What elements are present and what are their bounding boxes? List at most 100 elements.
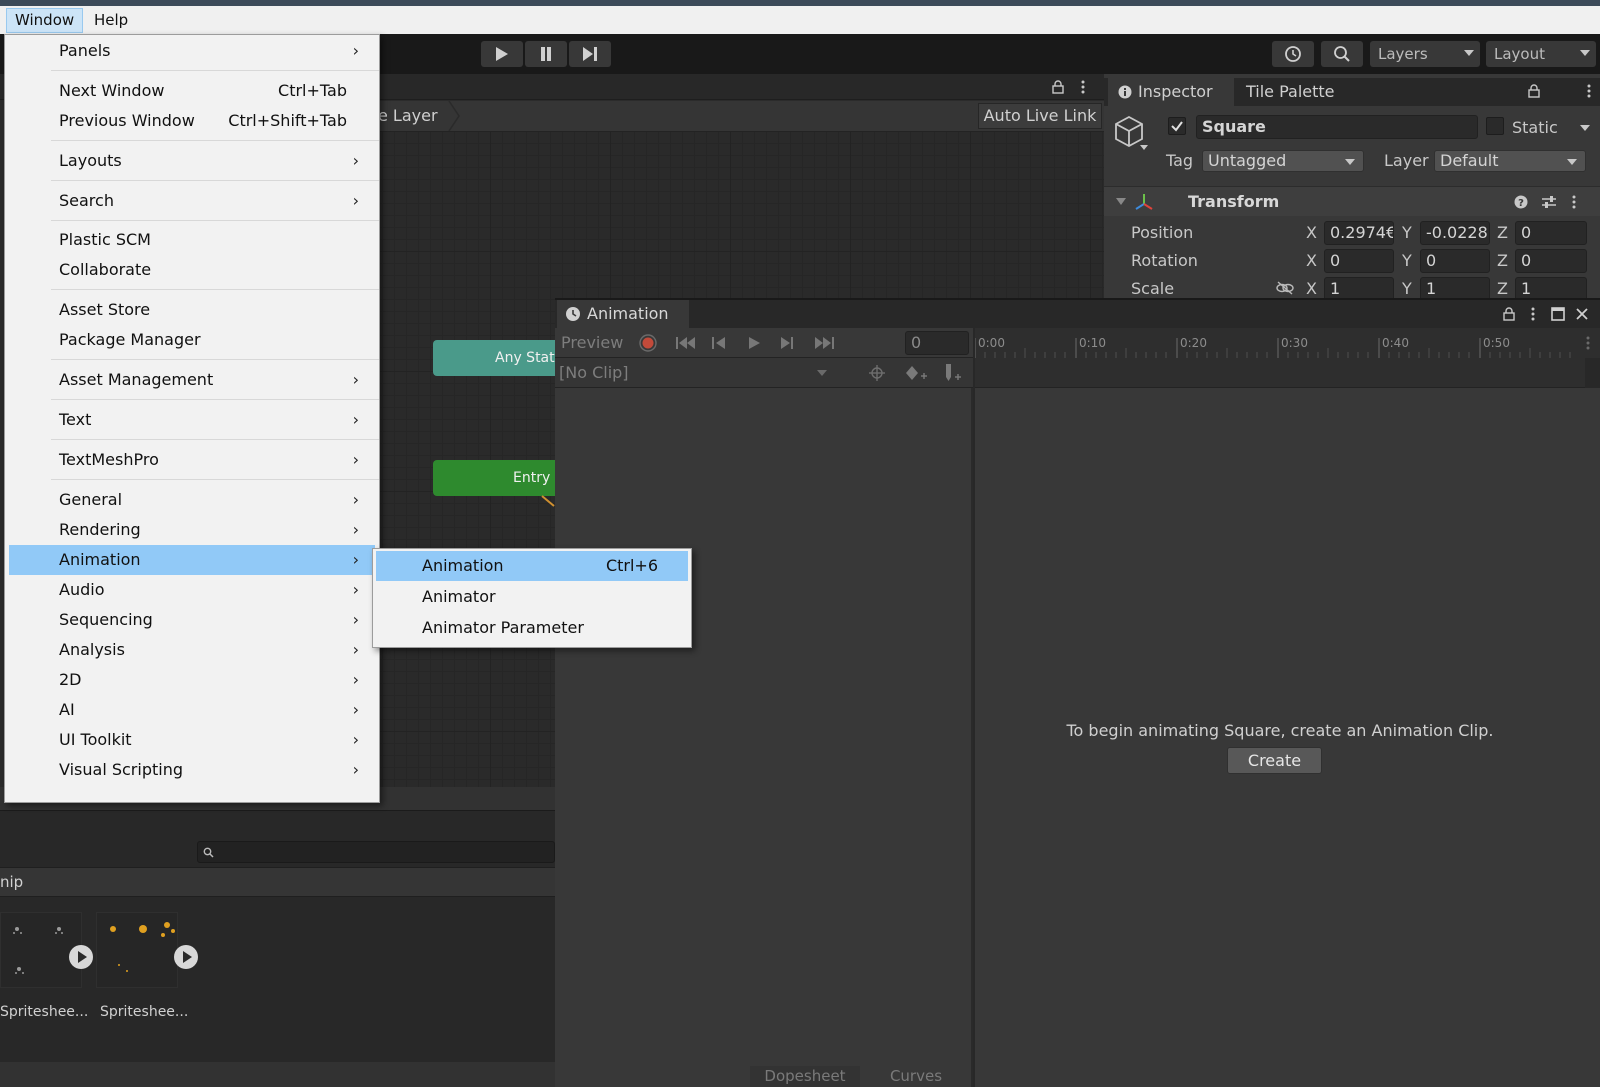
frame-field[interactable]: 0 [905, 331, 969, 355]
menu-item-layouts[interactable]: Layouts › [9, 146, 375, 176]
play-preview-icon[interactable] [69, 945, 93, 969]
menu-item-general[interactable]: General › [9, 485, 375, 515]
tab-animation[interactable]: Animation [557, 300, 689, 328]
static-dropdown-icon[interactable] [1580, 125, 1590, 131]
rotation-z-field[interactable]: 0 [1515, 249, 1587, 273]
tag-dropdown[interactable]: Untagged [1202, 150, 1364, 172]
presets-icon[interactable] [1541, 195, 1557, 209]
submenu-item-label: Animator [422, 587, 496, 606]
static-checkbox[interactable] [1486, 117, 1504, 135]
record-icon[interactable] [639, 334, 657, 352]
kebab-menu-icon[interactable] [1571, 195, 1577, 209]
submenu-item-animation[interactable]: Animation Ctrl+6 [376, 551, 688, 581]
tab-tile-palette[interactable]: Tile Palette [1246, 78, 1335, 106]
lock-icon[interactable] [1503, 307, 1515, 321]
previous-keyframe-icon[interactable] [711, 336, 727, 350]
history-button[interactable] [1272, 41, 1314, 67]
position-y-field[interactable]: -0.0228 [1420, 221, 1490, 245]
menu-item-search[interactable]: Search › [9, 186, 375, 216]
menu-item-animation[interactable]: Animation › [9, 545, 375, 575]
menu-item-rendering[interactable]: Rendering › [9, 515, 375, 545]
tab-curves[interactable]: Curves [862, 1066, 970, 1087]
submenu-item-animator[interactable]: Animator [376, 582, 688, 612]
kebab-menu-icon[interactable] [1585, 336, 1591, 350]
auto-live-link-button[interactable]: Auto Live Link [978, 103, 1102, 129]
spritesheet-thumbnail-2[interactable] [96, 912, 178, 988]
next-keyframe-icon[interactable] [779, 336, 795, 350]
kebab-menu-icon[interactable] [1530, 307, 1536, 321]
menu-item-visual-scripting[interactable]: Visual Scripting › [9, 755, 375, 785]
menu-window[interactable]: Window [6, 8, 84, 33]
axis-x-label: X [1306, 251, 1317, 270]
play-preview-icon[interactable] [174, 945, 198, 969]
menu-item-ai[interactable]: AI › [9, 695, 375, 725]
preview-toggle[interactable]: Preview [561, 328, 623, 358]
menu-item-asset-management[interactable]: Asset Management › [9, 365, 375, 395]
kebab-menu-icon[interactable] [1586, 84, 1592, 98]
menu-item-shortcut: Ctrl+Shift+Tab [228, 111, 347, 130]
active-checkbox[interactable] [1168, 117, 1186, 135]
pause-button[interactable] [525, 41, 567, 67]
rotation-x-field[interactable]: 0 [1324, 249, 1394, 273]
play-button[interactable] [481, 41, 523, 67]
menu-item-plastic-scm[interactable]: Plastic SCM [9, 225, 375, 255]
axis-z-label: Z [1497, 251, 1508, 270]
position-z-field[interactable]: 0 [1515, 221, 1587, 245]
menu-item-collaborate[interactable]: Collaborate [9, 255, 375, 285]
any-state-node[interactable]: Any Stat [433, 340, 563, 376]
help-icon[interactable]: ? [1514, 195, 1528, 209]
menu-item-previous-window[interactable]: Previous Window Ctrl+Shift+Tab [9, 106, 375, 136]
menu-item-audio[interactable]: Audio › [9, 575, 375, 605]
close-icon[interactable] [1575, 307, 1589, 321]
menu-item-ui-toolkit[interactable]: UI Toolkit › [9, 725, 375, 755]
filter-by-selection-icon[interactable] [869, 365, 885, 381]
tab-inspector[interactable]: Inspector [1108, 78, 1234, 106]
transform-component-header[interactable]: Transform ? [1104, 186, 1600, 216]
menu-item-next-window[interactable]: Next Window Ctrl+Tab [9, 76, 375, 106]
first-keyframe-icon[interactable] [675, 336, 697, 350]
clip-dropdown[interactable]: [No Clip] [559, 360, 835, 386]
step-button[interactable] [569, 41, 611, 67]
chevron-right-icon: › [352, 550, 359, 569]
menu-item-label: TextMeshPro [59, 450, 159, 469]
play-icon[interactable] [747, 336, 761, 350]
layer-dropdown[interactable]: Default [1434, 150, 1586, 172]
menu-help[interactable]: Help [86, 8, 136, 33]
maximize-icon[interactable] [1551, 307, 1565, 321]
foldout-icon[interactable] [1116, 198, 1126, 205]
menu-item-package-manager[interactable]: Package Manager [9, 325, 375, 355]
add-keyframe-icon[interactable] [905, 365, 927, 381]
axis-y-label: Y [1402, 251, 1412, 270]
add-event-icon[interactable] [943, 363, 963, 383]
menu-item-text[interactable]: Text › [9, 405, 375, 435]
menu-item-2d[interactable]: 2D › [9, 665, 375, 695]
menu-item-panels[interactable]: Panels › [9, 36, 375, 66]
menu-item-asset-store[interactable]: Asset Store [9, 295, 375, 325]
search-button[interactable] [1321, 41, 1363, 67]
last-keyframe-icon[interactable] [813, 336, 835, 350]
project-folder-crumb[interactable]: nip [0, 868, 23, 896]
menu-item-sequencing[interactable]: Sequencing › [9, 605, 375, 635]
menu-item-textmeshpro[interactable]: TextMeshPro › [9, 445, 375, 475]
project-search-input[interactable] [197, 841, 555, 863]
animation-property-list[interactable] [555, 388, 973, 1087]
lock-icon[interactable] [1528, 84, 1540, 98]
menu-item-label: Audio [59, 580, 105, 599]
lock-icon[interactable] [1052, 80, 1064, 94]
submenu-item-animator-parameter[interactable]: Animator Parameter [376, 613, 688, 643]
layers-dropdown[interactable]: Layers [1370, 41, 1480, 67]
layer-breadcrumb[interactable]: e Layer [378, 101, 438, 131]
event-track[interactable] [975, 358, 1585, 388]
menu-item-label: Analysis [59, 640, 125, 659]
tab-dopesheet[interactable]: Dopesheet [750, 1066, 860, 1087]
menu-item-analysis[interactable]: Analysis › [9, 635, 375, 665]
kebab-menu-icon[interactable] [1080, 80, 1086, 94]
constrain-proportions-icon[interactable] [1276, 281, 1294, 295]
object-name-field[interactable]: Square [1196, 115, 1478, 139]
rotation-y-field[interactable]: 0 [1420, 249, 1490, 273]
entry-node[interactable]: Entry [433, 460, 563, 496]
create-clip-button[interactable]: Create [1227, 747, 1322, 774]
rotation-label: Rotation [1131, 251, 1198, 270]
position-x-field[interactable]: 0.2974€ [1324, 221, 1394, 245]
layout-dropdown[interactable]: Layout [1486, 41, 1596, 67]
